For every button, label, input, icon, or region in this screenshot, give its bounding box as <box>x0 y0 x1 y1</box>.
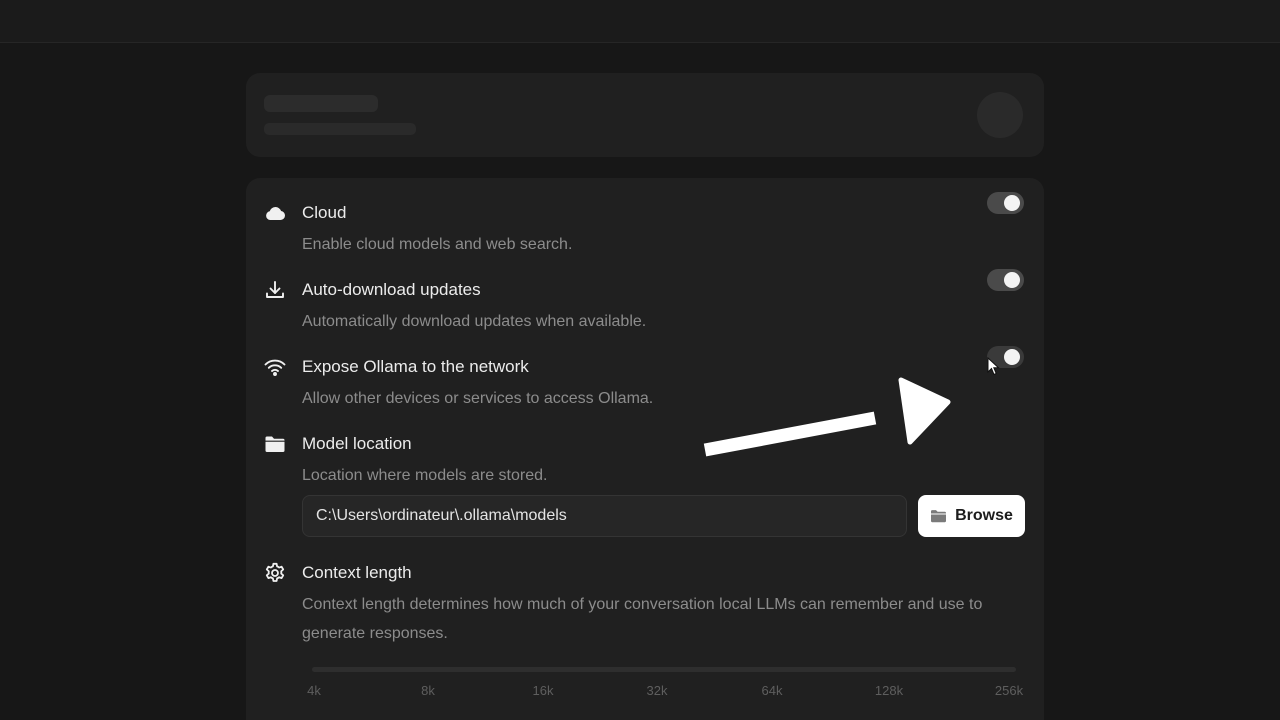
download-icon <box>264 279 286 301</box>
slider-tick-label: 128k <box>874 683 904 698</box>
toggle-knob <box>1004 272 1020 288</box>
settings-card: Cloud Enable cloud models and web search… <box>246 178 1044 720</box>
setting-title: Expose Ollama to the network <box>302 357 529 376</box>
setting-description: Context length determines how much of yo… <box>302 596 983 642</box>
title-bar <box>0 0 1280 43</box>
setting-description: Location where models are stored. <box>302 467 548 484</box>
model-location-input[interactable]: C:\Users\ordinateur\.ollama\models <box>302 495 907 537</box>
account-name-placeholder <box>264 95 378 112</box>
setting-title: Context length <box>302 563 412 582</box>
auto-download-toggle[interactable] <box>987 269 1024 291</box>
account-email-placeholder <box>264 123 416 135</box>
slider-tick-label: 64k <box>761 683 783 698</box>
slider-tick-label: 4k <box>307 683 321 698</box>
account-header-card <box>246 73 1044 157</box>
slider-tick-label: 32k <box>646 683 668 698</box>
toggle-knob <box>1004 195 1020 211</box>
context-length-slider[interactable] <box>312 667 1016 672</box>
setting-title: Auto-download updates <box>302 280 481 299</box>
toggle-knob <box>1004 349 1020 365</box>
cloud-icon <box>264 202 286 224</box>
browse-button-label: Browse <box>955 507 1013 524</box>
setting-description: Automatically download updates when avai… <box>302 313 647 330</box>
folder-icon <box>931 510 947 523</box>
setting-description: Allow other devices or services to acces… <box>302 390 654 407</box>
slider-tick-label: 16k <box>532 683 554 698</box>
folder-icon <box>264 433 286 455</box>
setting-description: Enable cloud models and web search. <box>302 236 573 253</box>
setting-title: Cloud <box>302 203 347 222</box>
browse-button[interactable]: Browse <box>918 495 1025 537</box>
cloud-toggle[interactable] <box>987 192 1024 214</box>
avatar[interactable] <box>977 92 1023 138</box>
setting-title: Model location <box>302 434 412 453</box>
wifi-icon <box>264 356 286 378</box>
slider-tick-label: 8k <box>421 683 435 698</box>
gear-icon <box>264 562 286 584</box>
mouse-cursor-icon <box>987 357 1000 376</box>
slider-tick-label: 256k <box>994 683 1024 698</box>
